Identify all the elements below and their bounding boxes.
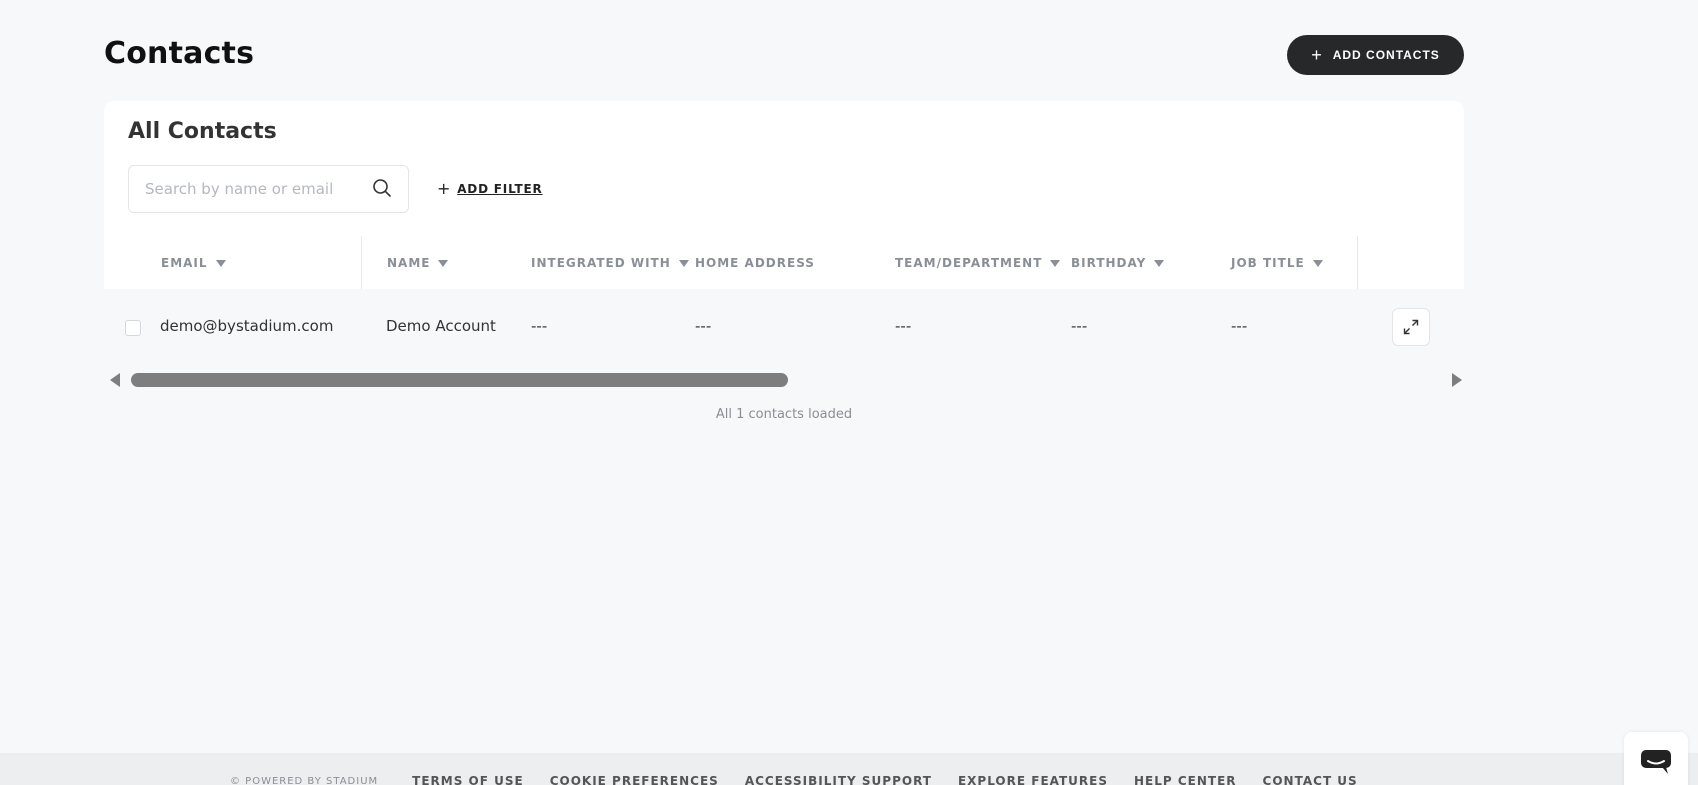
footer-link-accessibility[interactable]: ACCESSIBILITY SUPPORT [745,774,932,785]
column-label: EMAIL [161,256,208,270]
expand-icon [1403,319,1419,335]
add-contacts-button[interactable]: + ADD CONTACTS [1287,35,1464,75]
add-contacts-label: ADD CONTACTS [1332,48,1440,62]
search-icon[interactable] [372,178,392,198]
column-label: BIRTHDAY [1071,256,1147,270]
plus-icon: + [1311,45,1323,65]
plus-icon: + [437,179,452,198]
footer-link-terms[interactable]: TERMS OF USE [412,774,524,785]
column-label: INTEGRATED WITH [531,256,671,270]
search-box [128,165,409,213]
contacts-loaded-status: All 1 contacts loaded [715,407,853,422]
footer-link-help[interactable]: HELP CENTER [1134,774,1237,785]
column-header-job-title[interactable]: JOB TITLE [1231,256,1323,270]
expand-row-button[interactable] [1392,308,1430,346]
card-title: All Contacts [128,119,277,144]
all-contacts-card: All Contacts + ADD FILTER EMAIL NAME INT… [104,101,1464,391]
footer-copyright: © POWERED BY STADIUM [230,775,379,785]
caret-down-icon [678,259,689,267]
caret-down-icon [1154,259,1165,267]
caret-down-icon [215,259,226,267]
contacts-page: Contacts + ADD CONTACTS All Contacts + A… [0,0,1698,785]
column-header-email[interactable]: EMAIL [161,256,226,270]
column-header-name[interactable]: NAME [387,256,449,270]
row-checkbox[interactable] [125,320,141,336]
scroll-left-arrow-icon[interactable] [110,373,120,387]
scroll-right-arrow-icon[interactable] [1452,373,1462,387]
add-filter-label: ADD FILTER [457,182,543,196]
chat-launcher-button[interactable] [1624,732,1688,785]
footer-link-contact[interactable]: CONTACT US [1263,774,1358,785]
footer: © POWERED BY STADIUM TERMS OF USE COOKIE… [0,753,1698,785]
horizontal-scrollbar[interactable] [104,367,1464,391]
column-header-team-department[interactable]: TEAM/DEPARTMENT [895,256,1061,270]
column-label: TEAM/DEPARTMENT [895,256,1043,270]
scrollbar-thumb[interactable] [131,373,788,387]
column-header-integrated-with[interactable]: INTEGRATED WITH [531,256,689,270]
search-input[interactable] [145,180,365,198]
cell-email: demo@bystadium.com [160,317,334,335]
cell-job-title: --- [1231,317,1248,335]
column-header-birthday[interactable]: BIRTHDAY [1071,256,1165,270]
footer-link-features[interactable]: EXPLORE FEATURES [958,774,1108,785]
page-title: Contacts [104,36,255,71]
caret-down-icon [1050,259,1061,267]
add-filter-button[interactable]: + ADD FILTER [437,181,543,197]
table-header: EMAIL NAME INTEGRATED WITH HOME ADDRESS … [104,236,1464,289]
footer-link-cookies[interactable]: COOKIE PREFERENCES [550,774,719,785]
chat-icon [1641,750,1671,774]
table-row[interactable]: demo@bystadium.com Demo Account --- --- … [104,289,1464,367]
column-label: HOME ADDRESS [695,256,815,270]
cell-integrated-with: --- [531,317,548,335]
cell-name: Demo Account [386,317,496,335]
column-label: JOB TITLE [1231,256,1305,270]
cell-team-department: --- [895,317,912,335]
caret-down-icon [438,259,449,267]
cell-birthday: --- [1071,317,1088,335]
column-header-home-address[interactable]: HOME ADDRESS [695,256,815,270]
caret-down-icon [1312,259,1323,267]
cell-home-address: --- [695,317,712,335]
column-label: NAME [387,256,431,270]
